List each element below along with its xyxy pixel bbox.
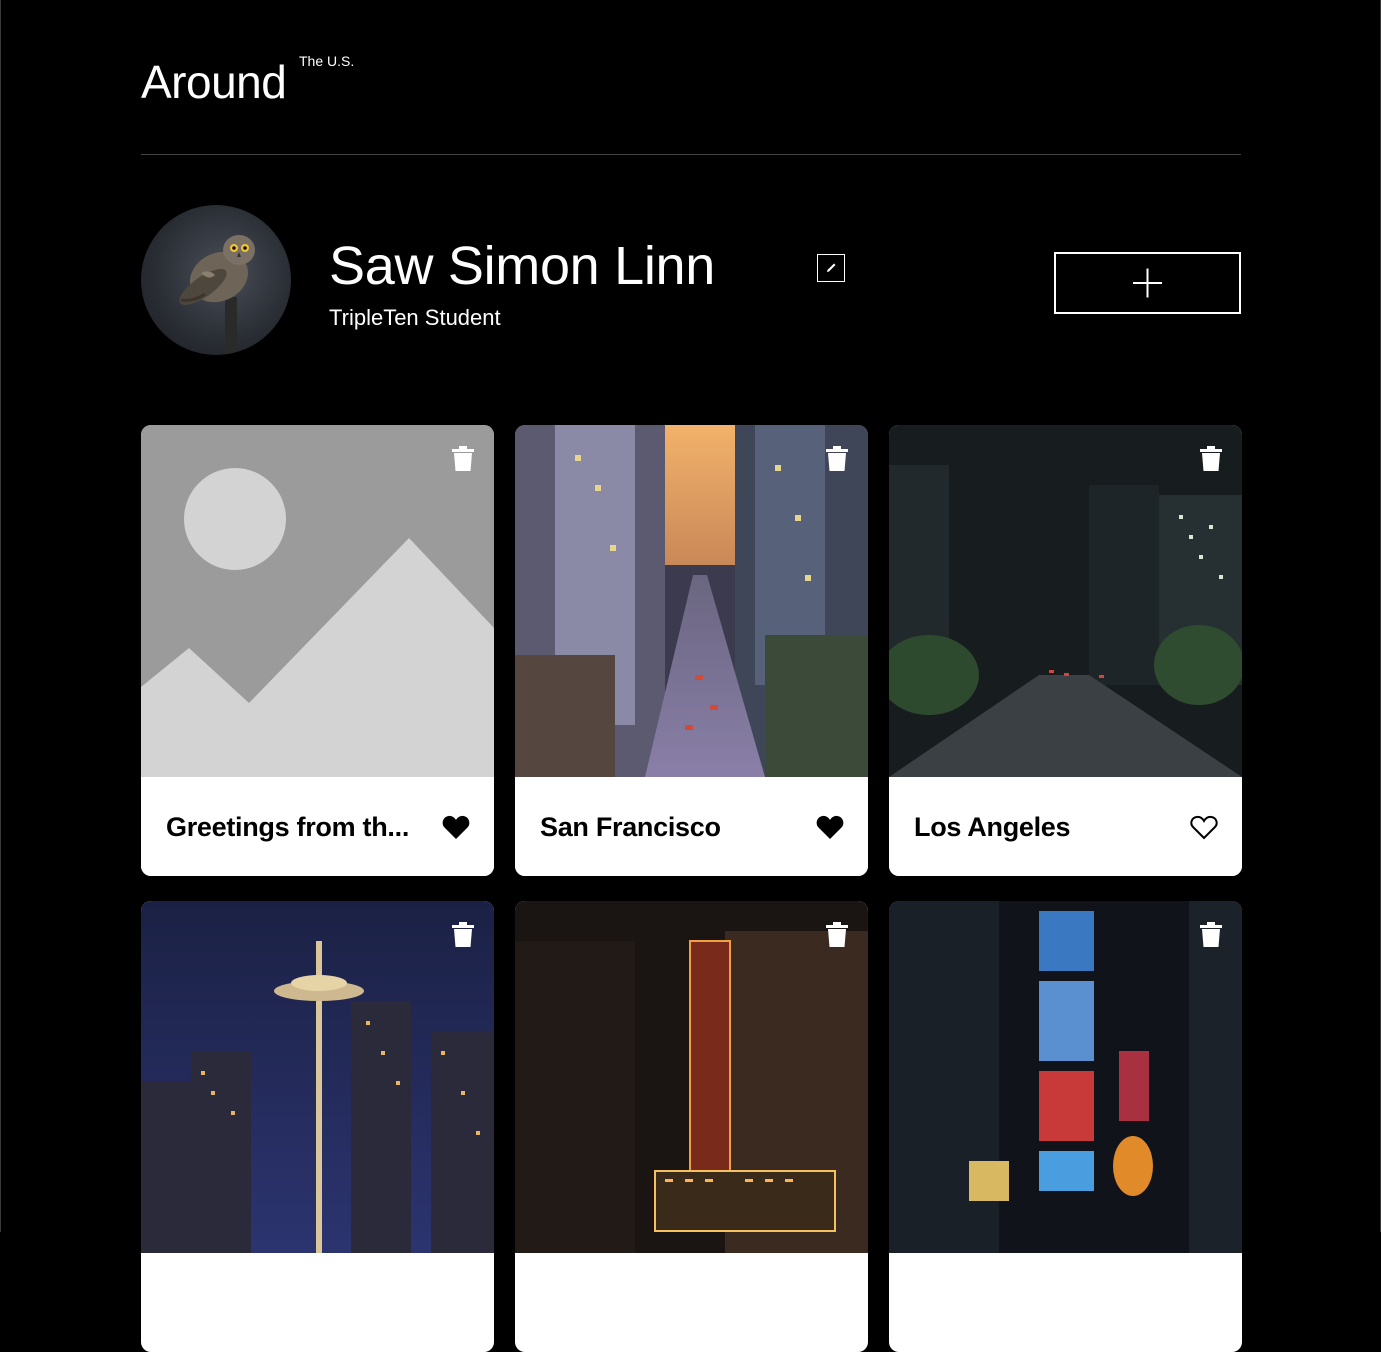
- card-image[interactable]: [515, 901, 868, 1253]
- profile-name: Saw Simon Linn: [329, 236, 716, 296]
- san-francisco-image: [515, 425, 868, 777]
- like-button[interactable]: [1190, 814, 1218, 840]
- delete-button[interactable]: [1199, 922, 1223, 948]
- trash-icon: [1200, 922, 1222, 947]
- profile-job: TripleTen Student: [329, 305, 501, 330]
- card-footer: San Francisco: [515, 777, 868, 876]
- card: San Francisco: [515, 425, 868, 876]
- card: [889, 901, 1242, 1352]
- heart-outline-icon: [1190, 815, 1218, 840]
- trash-icon: [826, 922, 848, 947]
- card-footer: Greetings from th...: [141, 777, 494, 876]
- trash-icon: [1200, 446, 1222, 471]
- delete-button[interactable]: [451, 922, 475, 948]
- placeholder-image-icon: [141, 425, 494, 777]
- los-angeles-image: [889, 425, 1242, 777]
- logo-superscript: The U.S.: [299, 53, 355, 69]
- card-image[interactable]: [141, 901, 494, 1253]
- heart-filled-icon: [816, 815, 844, 839]
- new-york-times-square-image: [889, 901, 1242, 1253]
- card: [141, 901, 494, 1352]
- trash-icon: [452, 922, 474, 947]
- plus-icon: [1133, 268, 1162, 298]
- delete-button[interactable]: [825, 446, 849, 472]
- add-card-button[interactable]: [1054, 252, 1241, 314]
- like-button[interactable]: [442, 814, 470, 840]
- card-title: Los Angeles: [914, 812, 1071, 842]
- logo-main-text: Around: [141, 56, 287, 108]
- trash-icon: [452, 446, 474, 471]
- card-image[interactable]: [889, 901, 1242, 1253]
- card-image[interactable]: [515, 425, 868, 777]
- profile: Saw Simon Linn TripleTen Student: [141, 205, 1241, 355]
- delete-button[interactable]: [825, 922, 849, 948]
- like-button[interactable]: [816, 814, 844, 840]
- delete-button[interactable]: [1199, 446, 1223, 472]
- card-title: Greetings from th...: [166, 812, 410, 842]
- card-image[interactable]: [141, 425, 494, 777]
- edit-profile-button[interactable]: [817, 254, 845, 282]
- card-image[interactable]: [889, 425, 1242, 777]
- owl-icon: [179, 235, 255, 355]
- page: Around The U.S. Saw Simon Linn TripleTen…: [141, 0, 1242, 1352]
- pencil-icon: [827, 263, 836, 272]
- card: Los Angeles: [889, 425, 1242, 876]
- delete-button[interactable]: [451, 446, 475, 472]
- card-title: San Francisco: [540, 812, 721, 842]
- trash-icon: [826, 446, 848, 471]
- card-footer: Los Angeles: [889, 777, 1242, 876]
- heart-filled-icon: [442, 815, 470, 839]
- avatar[interactable]: [141, 205, 291, 355]
- card: [515, 901, 868, 1352]
- card: Greetings from th...: [141, 425, 494, 876]
- header: Around The U.S.: [141, 0, 1241, 155]
- seattle-space-needle-image: [141, 901, 494, 1253]
- chicago-theatre-image: [515, 901, 868, 1253]
- logo: Around The U.S.: [141, 52, 354, 112]
